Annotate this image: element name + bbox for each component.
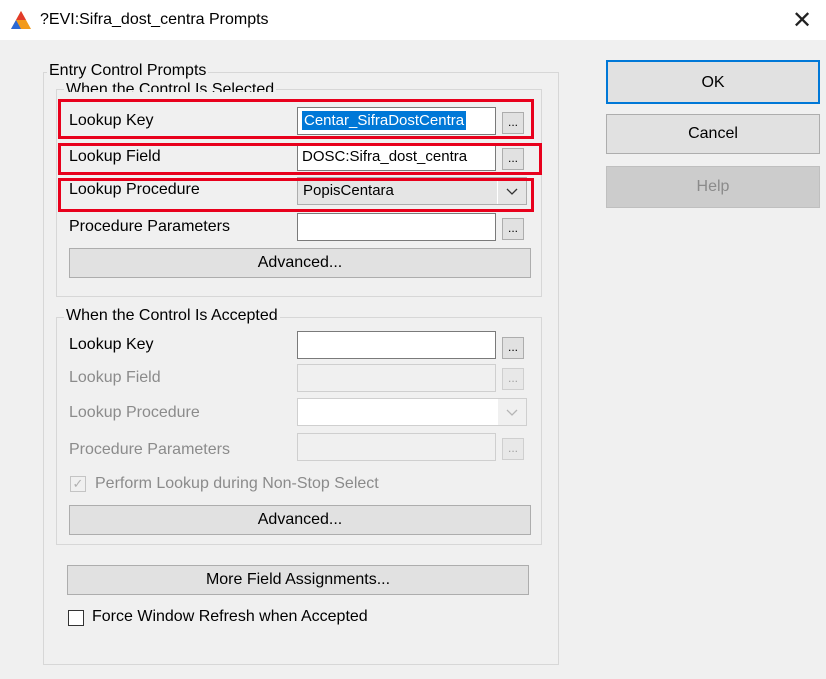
selected-group-label: When the Control Is Selected: [64, 82, 277, 92]
ok-button[interactable]: OK: [606, 60, 820, 104]
chevron-down-icon: [497, 399, 526, 425]
accepted-group-label: When the Control Is Accepted: [64, 307, 280, 325]
entry-control-prompts-label: Entry Control Prompts: [47, 62, 209, 80]
accepted-advanced-button[interactable]: Advanced...: [69, 505, 531, 535]
accepted-lookup-field-input: [297, 364, 496, 392]
more-field-assignments-button[interactable]: More Field Assignments...: [67, 565, 529, 595]
selected-procedure-parameters-browse-button[interactable]: ...: [502, 218, 524, 240]
perform-lookup-label: Perform Lookup during Non-Stop Select: [95, 475, 379, 492]
app-logo-icon: [10, 10, 32, 30]
help-button: Help: [606, 166, 820, 208]
highlight-lookup-key: [58, 99, 534, 139]
cancel-button[interactable]: Cancel: [606, 114, 820, 154]
accepted-procedure-parameters-label: Procedure Parameters: [69, 441, 230, 458]
accepted-lookup-key-label: Lookup Key: [69, 336, 154, 353]
force-refresh-checkbox[interactable]: [68, 610, 84, 626]
close-icon[interactable]: ✕: [782, 6, 822, 36]
accepted-lookup-procedure-label: Lookup Procedure: [69, 404, 200, 421]
force-refresh-label: Force Window Refresh when Accepted: [92, 608, 368, 625]
selected-procedure-parameters-label: Procedure Parameters: [69, 218, 230, 235]
accepted-lookup-field-browse-button: ...: [502, 368, 524, 390]
accepted-procedure-parameters-input: [297, 433, 496, 461]
accepted-lookup-procedure-select: [297, 398, 527, 426]
accepted-lookup-key-browse-button[interactable]: ...: [502, 337, 524, 359]
accepted-procedure-parameters-browse-button: ...: [502, 438, 524, 460]
selected-procedure-parameters-input[interactable]: [297, 213, 496, 241]
selected-advanced-button[interactable]: Advanced...: [69, 248, 531, 278]
highlight-lookup-procedure: [58, 178, 534, 212]
perform-lookup-checkbox: ✓: [70, 476, 86, 492]
window-title: ?EVI:Sifra_dost_centra Prompts: [40, 11, 269, 28]
highlight-lookup-field: [58, 143, 542, 175]
accepted-lookup-key-input[interactable]: [297, 331, 496, 359]
accepted-lookup-field-label: Lookup Field: [69, 369, 161, 386]
